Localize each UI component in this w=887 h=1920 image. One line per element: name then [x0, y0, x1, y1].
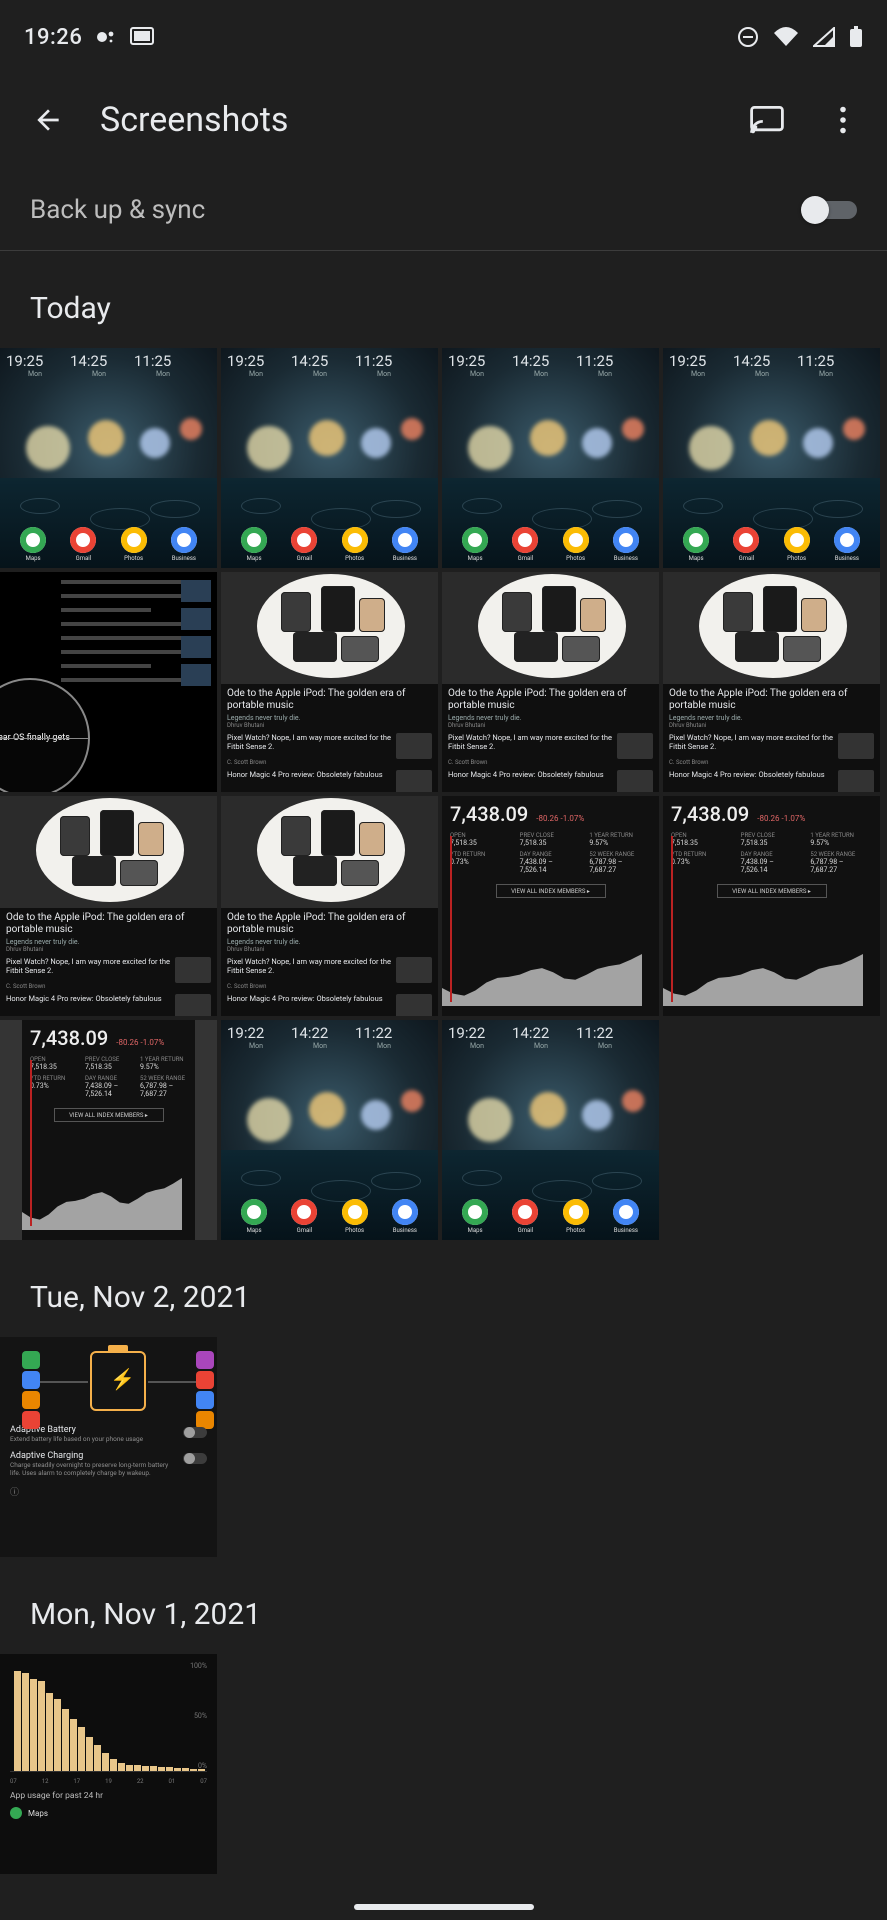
- cell-icon: [813, 27, 835, 47]
- gesture-nav-handle[interactable]: [354, 1904, 534, 1910]
- assistant-icon: [96, 27, 116, 47]
- dnd-icon: [737, 26, 759, 48]
- status-time: 19:26: [24, 25, 82, 50]
- screenshot-thumb-article[interactable]: Ode to the Apple iPod: The golden era of…: [221, 796, 438, 1016]
- screenshot-thumb-home[interactable]: 19:25Mon14:25Mon11:25MonMapsGmailPhotosB…: [0, 348, 217, 568]
- screenshot-thumb-home[interactable]: 19:25Mon14:25Mon11:25MonMapsGmailPhotosB…: [442, 348, 659, 568]
- screenshot-thumb-home[interactable]: 19:25Mon14:25Mon11:25MonMapsGmailPhotosB…: [663, 348, 880, 568]
- cast-button[interactable]: [743, 96, 791, 144]
- wifi-icon: [773, 27, 799, 47]
- status-bar: 19:26: [0, 0, 887, 64]
- cast-small-icon: [130, 27, 154, 47]
- screenshot-thumb-stocks[interactable]: 7,438.09-80.26 -1.07%OPEN7,518.35PREV CL…: [442, 796, 659, 1016]
- thumbnail-grid: 19:25Mon14:25Mon11:25MonMapsGmailPhotosB…: [0, 348, 887, 1240]
- screenshot-thumb-home[interactable]: 19:22Mon14:22Mon11:22MonMapsGmailPhotosB…: [442, 1020, 659, 1240]
- page-title: Screenshots: [100, 100, 715, 140]
- more-menu-button[interactable]: [819, 96, 867, 144]
- screenshot-thumb-article[interactable]: Ode to the Apple iPod: The golden era of…: [442, 572, 659, 792]
- thumbnail-grid: ⚡Adaptive BatteryExtend battery life bas…: [0, 1337, 887, 1557]
- screenshot-thumb-stocks[interactable]: 7,438.09-80.26 -1.07%OPEN7,518.35PREV CL…: [0, 1020, 217, 1240]
- screenshot-thumb-home[interactable]: 19:25Mon14:25Mon11:25MonMapsGmailPhotosB…: [221, 348, 438, 568]
- screenshot-thumb-article[interactable]: Ode to the Apple iPod: The golden era of…: [663, 572, 880, 792]
- screenshot-thumb-stocks[interactable]: 7,438.09-80.26 -1.07%OPEN7,518.35PREV CL…: [663, 796, 880, 1016]
- backup-sync-toggle[interactable]: [801, 194, 857, 226]
- screenshot-thumb-home[interactable]: 19:22Mon14:22Mon11:22MonMapsGmailPhotosB…: [221, 1020, 438, 1240]
- app-bar: Screenshots: [0, 64, 887, 164]
- screenshot-thumb-article[interactable]: Ode to the Apple iPod: The golden era of…: [0, 796, 217, 1016]
- screenshot-thumb-battery-settings[interactable]: ⚡Adaptive BatteryExtend battery life bas…: [0, 1337, 217, 1557]
- battery-icon: [849, 26, 863, 48]
- backup-sync-label: Back up & sync: [30, 195, 205, 225]
- screenshot-thumb-app-usage[interactable]: 100%50%0%07121719220107App usage for pas…: [0, 1654, 217, 1874]
- backup-sync-row[interactable]: Back up & sync: [0, 164, 887, 251]
- screenshot-thumb-magnifier[interactable]: Wear OS finally gets: [0, 572, 217, 792]
- screenshot-thumb-article[interactable]: Ode to the Apple iPod: The golden era of…: [221, 572, 438, 792]
- section-header: Today: [0, 251, 887, 348]
- thumbnail-grid: 100%50%0%07121719220107App usage for pas…: [0, 1654, 887, 1874]
- section-header: Tue, Nov 2, 2021: [0, 1240, 887, 1337]
- section-header: Mon, Nov 1, 2021: [0, 1557, 887, 1654]
- back-button[interactable]: [24, 96, 72, 144]
